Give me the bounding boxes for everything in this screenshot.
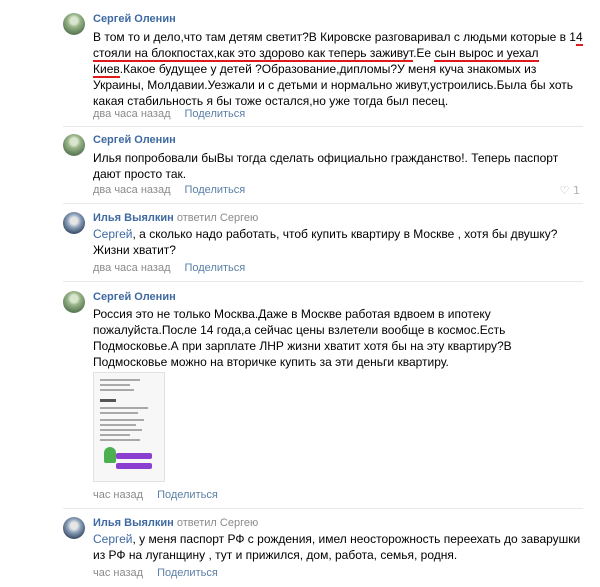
attached-screenshot[interactable]: [93, 372, 165, 482]
divider: [63, 508, 583, 509]
share-link[interactable]: Поделиться: [184, 184, 245, 196]
timestamp[interactable]: два часа назад: [93, 108, 170, 120]
author-link[interactable]: Илья Выялкин: [93, 212, 174, 224]
author-avatar[interactable]: [63, 134, 85, 156]
author-name: Илья Выялкин ответил Сергею: [93, 212, 258, 224]
comment-meta: час назад Поделиться: [93, 567, 218, 579]
comment-meta: два часа назад Поделиться: [93, 262, 245, 274]
comment-text: В том то и дело,что там детям светит?В К…: [93, 30, 583, 108]
author-avatar[interactable]: [63, 13, 85, 35]
comment-body: , а сколько надо работать, чтоб купить к…: [93, 227, 558, 257]
divider: [63, 126, 583, 127]
timestamp[interactable]: два часа назад: [93, 262, 170, 274]
share-link[interactable]: Поделиться: [184, 108, 245, 120]
like-count: 1: [573, 184, 580, 197]
divider: [63, 203, 583, 204]
share-link[interactable]: Поделиться: [157, 489, 218, 501]
reply-target[interactable]: Сергею: [220, 212, 258, 224]
comment-meta: два часа назад Поделиться: [93, 108, 245, 120]
timestamp[interactable]: час назад: [93, 567, 143, 579]
reply-prefix: ответил: [176, 517, 217, 529]
like-button[interactable]: ♡ 1: [560, 184, 580, 197]
author-name: Илья Выялкин ответил Сергею: [93, 517, 258, 529]
timestamp[interactable]: час назад: [93, 489, 143, 501]
reply-target[interactable]: Сергею: [220, 517, 258, 529]
mention-link[interactable]: Сергей: [93, 227, 133, 241]
share-link[interactable]: Поделиться: [184, 262, 245, 274]
share-link[interactable]: Поделиться: [157, 567, 218, 579]
author-avatar[interactable]: [63, 212, 85, 234]
author-name[interactable]: Сергей Оленин: [93, 291, 176, 303]
comment-meta: час назад Поделиться: [93, 489, 218, 501]
timestamp[interactable]: два часа назад: [93, 184, 170, 196]
comment-body: , у меня паспорт РФ с рождения, имел нео…: [93, 532, 581, 562]
comment-text: Сергей, у меня паспорт РФ с рождения, им…: [93, 531, 583, 563]
author-name[interactable]: Сергей Оленин: [93, 134, 176, 146]
comment-text: Россия это не только Москва.Даже в Москв…: [93, 307, 512, 369]
comment-text: Сергей, а сколько надо работать, чтоб ку…: [93, 226, 583, 258]
divider: [63, 281, 583, 282]
comment-meta: два часа назад Поделиться: [93, 184, 245, 196]
reply-prefix: ответил: [176, 212, 217, 224]
comment-text: Илья попробовали быВы тогда сделать офиц…: [93, 151, 559, 181]
heart-icon: ♡: [559, 184, 570, 197]
author-name[interactable]: Сергей Оленин: [93, 13, 176, 25]
author-avatar[interactable]: [63, 291, 85, 313]
author-link[interactable]: Илья Выялкин: [93, 517, 174, 529]
author-avatar[interactable]: [63, 517, 85, 539]
mention-link[interactable]: Сергей: [93, 532, 133, 546]
